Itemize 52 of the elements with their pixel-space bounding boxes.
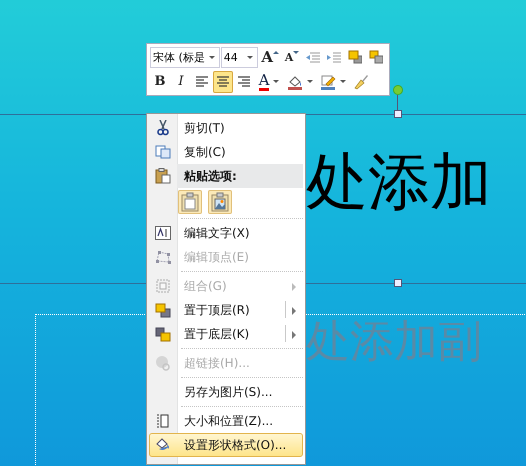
clipboard-document-icon <box>181 192 199 212</box>
bold-button[interactable]: B <box>150 70 170 93</box>
paste-option-button[interactable] <box>178 190 202 214</box>
clipboard-icon <box>155 168 171 184</box>
size-dropdown[interactable]: 44 <box>220 46 258 68</box>
pencil-icon <box>320 74 336 90</box>
font-color-button[interactable]: A <box>255 70 283 93</box>
menu-item[interactable]: 复制(C) <box>149 140 303 164</box>
resize-handle[interactable] <box>394 110 402 118</box>
dropdown-arrow-icon <box>247 56 254 59</box>
dropdown-arrow-icon <box>208 56 215 59</box>
stacked-squares-icon <box>155 326 171 342</box>
paintbrush-icon <box>353 74 369 90</box>
list-indent-icon <box>306 50 320 64</box>
globe-link-icon <box>155 355 171 371</box>
clipboard-picture-icon <box>211 192 229 212</box>
rotate-line <box>397 95 398 110</box>
font-dropdown[interactable]: 宋体 (标是 <box>150 46 220 68</box>
resize-handle[interactable] <box>394 279 402 287</box>
menu-item[interactable]: 大小和位置(Z)... <box>149 409 303 433</box>
text-box-icon <box>155 226 171 240</box>
size-position-icon <box>156 413 170 429</box>
grow-font-button[interactable]: A <box>259 46 281 68</box>
align-center-button[interactable] <box>213 70 233 93</box>
menu-item[interactable]: 设置形状格式(O)... <box>149 433 303 457</box>
menu-item[interactable]: 置于底层(K) <box>149 322 303 346</box>
slide-subtitle: 处添加副 <box>306 318 482 366</box>
copy-icon <box>155 145 171 159</box>
slide-title: 处添加 <box>306 145 492 220</box>
scissors-icon <box>157 120 169 136</box>
rotate-handle[interactable] <box>393 85 403 95</box>
stacked-squares-icon <box>348 50 362 64</box>
paste-option-button[interactable] <box>208 190 232 214</box>
shrink-font-button[interactable]: A <box>282 46 302 68</box>
group-icon <box>155 278 171 294</box>
submenu-arrow-icon <box>292 307 296 315</box>
align-icon <box>238 76 250 88</box>
menu-item[interactable]: 编辑文字(X) <box>149 221 303 245</box>
format-shape-icon <box>155 437 171 453</box>
align-icon <box>216 76 230 88</box>
list-indent-icon <box>327 50 341 64</box>
italic-button[interactable]: I <box>171 70 191 93</box>
menu-item[interactable]: 置于顶层(R) <box>149 298 303 322</box>
stacked-squares-icon <box>155 302 171 318</box>
paint-bucket-icon <box>287 74 303 90</box>
submenu-arrow-icon <box>292 331 296 339</box>
menu-item[interactable]: 剪切(T) <box>149 116 303 140</box>
stacked-squares-icon <box>369 50 383 64</box>
align-icon <box>196 76 208 88</box>
edit-points-icon <box>155 250 171 264</box>
menu-item[interactable]: 另存为图片(S)... <box>149 380 303 404</box>
submenu-arrow-icon <box>292 283 296 291</box>
